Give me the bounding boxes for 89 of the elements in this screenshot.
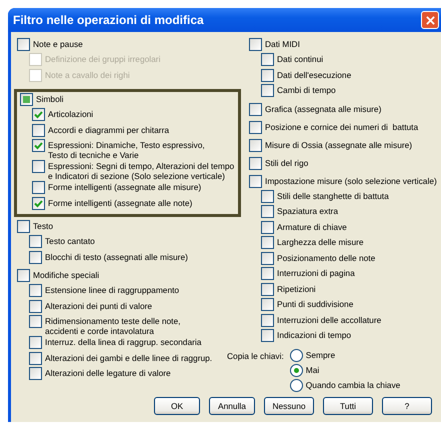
close-icon: [426, 16, 434, 24]
checkbox-label[interactable]: Impostazione misure (solo selezione verticale): [265, 174, 437, 186]
dialog-button[interactable]: ?: [382, 397, 432, 415]
checkbox-label[interactable]: Note e pause: [33, 38, 83, 49]
checkbox[interactable]: [29, 235, 42, 248]
checkbox[interactable]: [261, 84, 274, 97]
checkbox-label[interactable]: Estensione linee di raggruppamento: [45, 284, 180, 295]
checkbox-label[interactable]: Spaziatura extra: [277, 205, 338, 216]
checkbox[interactable]: [29, 336, 42, 349]
checkbox[interactable]: [261, 190, 274, 202]
checkbox[interactable]: [17, 220, 30, 233]
checkbox-label[interactable]: Posizionamento delle note: [277, 252, 376, 262]
checkbox[interactable]: [20, 93, 33, 106]
checkbox-label[interactable]: Espressioni: Segni di tempo, Alterazioni del tempo e Indicatori di sezione (Solo selezione verticale): [48, 160, 234, 181]
checkbox[interactable]: [17, 38, 30, 51]
close-button[interactable]: [421, 11, 439, 29]
radio-button[interactable]: [290, 348, 303, 362]
checkbox-label[interactable]: Alterazioni dei gambi e delle linee di raggrup.: [45, 352, 212, 362]
checkbox[interactable]: [261, 267, 274, 280]
checkbox[interactable]: [261, 314, 274, 326]
checkbox[interactable]: [29, 284, 42, 297]
radio-label[interactable]: Sempre: [306, 348, 336, 360]
checkbox[interactable]: [261, 252, 274, 264]
checkbox[interactable]: [261, 298, 274, 311]
checkbox[interactable]: [261, 236, 274, 249]
checkbox-label[interactable]: Simboli: [36, 93, 64, 104]
checkbox[interactable]: [29, 300, 42, 312]
radio-label[interactable]: Quando cambia la chiave: [306, 378, 400, 390]
checkbox[interactable]: [29, 250, 42, 264]
checkbox-label[interactable]: Stili delle stanghette di battuta: [277, 190, 389, 200]
checkbox-label[interactable]: Ridimensionamento teste delle note, accidenti e corde intavolatura: [45, 315, 180, 336]
checkbox-label[interactable]: Accordi e diagrammi per chitarra: [48, 124, 170, 134]
checkbox[interactable]: [32, 196, 45, 210]
checkbox-label[interactable]: Indicazioni di tempo: [277, 329, 352, 340]
checkbox-label[interactable]: Dati dell'esecuzione: [277, 68, 352, 80]
checkbox[interactable]: [32, 160, 45, 173]
checkbox[interactable]: [261, 329, 274, 342]
checkbox[interactable]: [29, 315, 42, 328]
checkbox-label[interactable]: Stili del rigo: [265, 156, 308, 168]
dialog-button[interactable]: Nessuno: [264, 397, 314, 415]
checkbox[interactable]: [249, 120, 262, 134]
checkbox[interactable]: [32, 139, 45, 152]
checkbox-label[interactable]: Interruzioni di pagina: [277, 267, 355, 278]
window-title: Filtro nelle operazioni di modifica: [13, 13, 204, 27]
checkbox-label[interactable]: Posizione e cornice dei numeri di battuta: [265, 120, 418, 132]
copy-clefs-label: Copia le chiavi:: [227, 350, 284, 363]
checkbox[interactable]: [32, 124, 45, 136]
checkbox[interactable]: [249, 174, 262, 188]
checkbox-label[interactable]: Dati continui: [277, 53, 324, 64]
checkbox-label[interactable]: Espressioni: Dinamiche, Testo espressivo, Testo di tecniche e Varie: [48, 139, 205, 160]
checkbox[interactable]: [261, 205, 274, 218]
checkbox-label[interactable]: Ripetizioni: [277, 282, 316, 294]
checkbox[interactable]: [32, 108, 45, 121]
checkbox-label[interactable]: Forme intelligenti (assegnate alle note): [48, 196, 192, 208]
checkbox[interactable]: [17, 269, 30, 282]
checkbox-label[interactable]: Armature di chiave: [277, 220, 347, 232]
checkbox-label[interactable]: Alterazioni delle legature di valore: [45, 367, 171, 378]
radio-button[interactable]: [290, 364, 303, 376]
radio-button[interactable]: [290, 378, 303, 392]
checkbox-label[interactable]: Articolazioni: [48, 108, 94, 119]
checkbox-label[interactable]: Interruzioni delle accollature: [277, 314, 382, 324]
checkbox[interactable]: [261, 53, 274, 66]
checkbox[interactable]: [261, 282, 274, 296]
checkbox[interactable]: [249, 38, 262, 51]
checkbox[interactable]: [261, 220, 274, 234]
checkbox-label[interactable]: Punti di suddivisione: [277, 298, 354, 309]
radio-label[interactable]: Mai: [306, 364, 320, 374]
dialog-button[interactable]: OK: [154, 397, 200, 415]
checkbox[interactable]: [249, 138, 262, 152]
checkbox-label[interactable]: Grafica (assegnata alle misure): [265, 102, 382, 114]
checkbox-label[interactable]: Interruz. della linea di raggrup. secondaria: [45, 336, 202, 347]
checkbox-label[interactable]: Dati MIDI: [265, 38, 300, 49]
checkbox[interactable]: [32, 181, 45, 194]
dialog-button[interactable]: Tutti: [323, 397, 373, 415]
checkbox[interactable]: [261, 68, 274, 82]
checkbox[interactable]: [249, 102, 262, 116]
checkbox-label[interactable]: Testo cantato: [45, 235, 95, 246]
checkbox-label[interactable]: Testo: [33, 220, 54, 231]
checkbox-label[interactable]: Misure di Ossia (assegnate alle misure): [265, 138, 412, 150]
checkbox-label[interactable]: Blocchi di testo (assegnati alle misure): [45, 250, 188, 262]
checkbox-label[interactable]: Cambi di tempo: [277, 84, 336, 95]
checkbox-label[interactable]: Alterazioni dei punti di valore: [45, 300, 152, 310]
checkbox-label[interactable]: Modifiche speciali: [33, 269, 100, 280]
checkbox-label[interactable]: Forme intelligenti (assegnate alle misure): [48, 181, 202, 192]
checkbox[interactable]: [29, 352, 42, 364]
checkbox[interactable]: [29, 367, 42, 380]
checkbox-label[interactable]: Larghezza delle misure: [277, 236, 364, 247]
dialog-button[interactable]: Annulla: [209, 397, 255, 415]
checkbox[interactable]: [249, 156, 262, 170]
